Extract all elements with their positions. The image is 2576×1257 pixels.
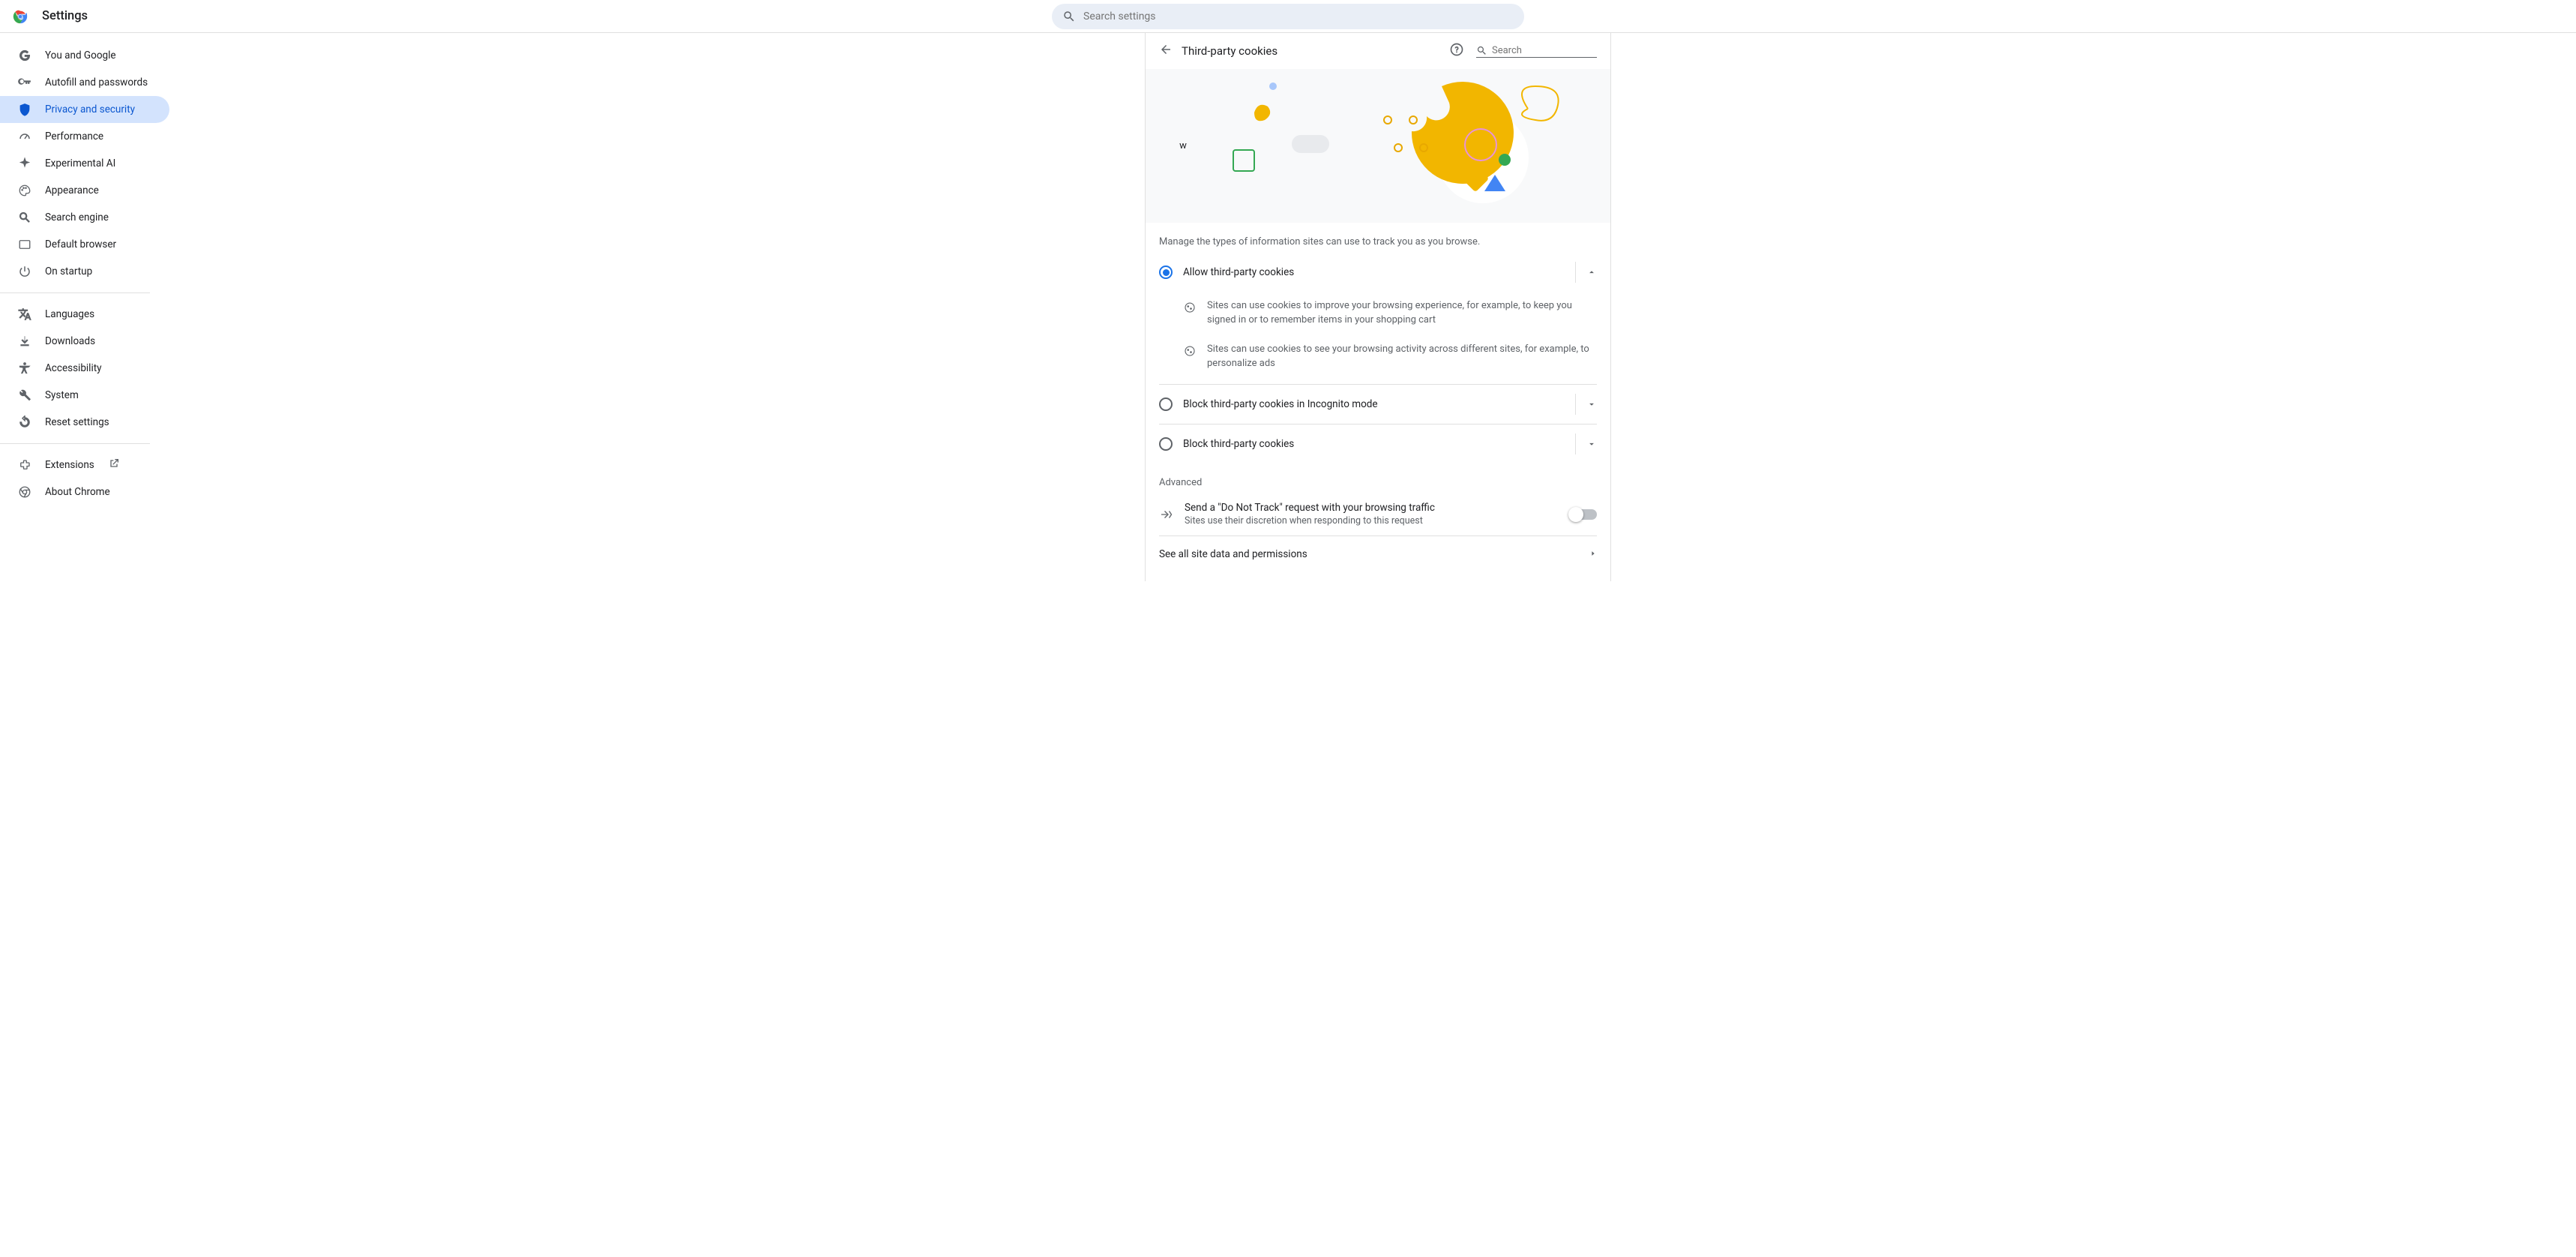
top-search-input[interactable]	[1083, 10, 1514, 22]
key-icon	[18, 76, 31, 89]
panel-header: Third-party cookies	[1146, 33, 1610, 69]
palette-icon	[18, 184, 31, 197]
dnt-toggle[interactable]	[1570, 509, 1597, 520]
radio-button[interactable]	[1159, 266, 1173, 279]
site-data-link[interactable]: See all site data and permissions	[1159, 536, 1597, 568]
sidebar-item-label: You and Google	[45, 50, 116, 62]
sidebar-item-downloads[interactable]: Downloads	[0, 328, 169, 355]
sidebar-item-label: Accessibility	[45, 362, 102, 374]
sidebar-item-label: Appearance	[45, 184, 99, 196]
chevron-right-icon	[1589, 549, 1597, 560]
external-link-icon	[108, 458, 120, 472]
shield-icon	[18, 103, 31, 116]
advanced-section-label: Advanced	[1159, 464, 1597, 493]
top-search-box[interactable]	[1052, 4, 1524, 29]
top-bar: Settings	[0, 0, 2576, 33]
sidebar-item-label: On startup	[45, 266, 92, 278]
settings-panel: Third-party cookies w	[1145, 33, 1611, 581]
sidebar-separator	[0, 292, 150, 293]
option-detail-text: Sites can use cookies to improve your br…	[1207, 299, 1597, 328]
sidebar-item-label: Search engine	[45, 212, 109, 224]
radio-button[interactable]	[1159, 398, 1173, 411]
sidebar-item-search-engine[interactable]: Search engine	[0, 204, 169, 231]
chevron-down-icon[interactable]	[1586, 399, 1597, 410]
sidebar-item-about[interactable]: About Chrome	[0, 478, 169, 506]
chrome-logo-icon	[12, 8, 28, 25]
sidebar-item-extensions[interactable]: Extensions	[0, 452, 169, 478]
option-label: Allow third-party cookies	[1183, 266, 1575, 278]
panel-search-input[interactable]	[1492, 45, 1597, 56]
sidebar-item-accessibility[interactable]: Accessibility	[0, 355, 169, 382]
sidebar-item-label: System	[45, 389, 79, 401]
sidebar-item-label: About Chrome	[45, 486, 110, 498]
chevron-up-icon[interactable]	[1586, 267, 1597, 278]
sidebar-item-system[interactable]: System	[0, 382, 169, 409]
power-icon	[18, 265, 31, 278]
sidebar-item-label: Privacy and security	[45, 104, 135, 116]
search-icon	[1062, 10, 1076, 23]
sidebar-separator	[0, 443, 150, 444]
sidebar-item-languages[interactable]: Languages	[0, 301, 169, 328]
back-button[interactable]	[1159, 43, 1173, 59]
radio-button[interactable]	[1159, 437, 1173, 451]
sidebar-item-label: Performance	[45, 130, 103, 142]
sidebar-item-label: Reset settings	[45, 416, 109, 428]
chevron-down-icon[interactable]	[1586, 439, 1597, 449]
sidebar-item-autofill[interactable]: Autofill and passwords	[0, 69, 169, 96]
extension-icon	[18, 458, 31, 472]
do-not-track-row: Send a "Do Not Track" request with your …	[1159, 493, 1597, 536]
app-title: Settings	[42, 9, 88, 23]
search-icon	[18, 211, 31, 224]
dnt-subtitle: Sites use their discretion when respondi…	[1185, 515, 1570, 526]
download-icon	[18, 334, 31, 348]
sidebar: You and Google Autofill and passwords Pr…	[0, 33, 180, 581]
sidebar-item-label: Autofill and passwords	[45, 76, 148, 88]
translate-icon	[18, 308, 31, 321]
chrome-outline-icon	[18, 485, 31, 499]
sidebar-item-reset[interactable]: Reset settings	[0, 409, 169, 436]
sidebar-item-label: Extensions	[45, 459, 94, 471]
sidebar-item-experimental-ai[interactable]: Experimental AI	[0, 150, 169, 177]
sidebar-item-privacy[interactable]: Privacy and security	[0, 96, 169, 123]
option-detail-text: Sites can use cookies to see your browsi…	[1207, 343, 1597, 371]
panel-description: Manage the types of information sites ca…	[1159, 223, 1597, 252]
panel-search-box[interactable]	[1476, 45, 1597, 58]
sidebar-item-label: Languages	[45, 308, 94, 320]
google-g-icon	[18, 49, 31, 62]
sparkle-icon	[18, 157, 31, 170]
sidebar-item-you-and-google[interactable]: You and Google	[0, 42, 169, 69]
sidebar-item-label: Downloads	[45, 335, 95, 347]
wrench-icon	[18, 388, 31, 402]
speedometer-icon	[18, 130, 31, 143]
help-button[interactable]	[1449, 42, 1464, 60]
panel-title: Third-party cookies	[1182, 44, 1449, 58]
sidebar-item-performance[interactable]: Performance	[0, 123, 169, 150]
accessibility-icon	[18, 362, 31, 375]
site-data-link-text: See all site data and permissions	[1159, 548, 1589, 560]
sidebar-item-label: Experimental AI	[45, 158, 115, 170]
sidebar-item-on-startup[interactable]: On startup	[0, 258, 169, 285]
cookie-icon	[1183, 301, 1197, 314]
option-block-incognito[interactable]: Block third-party cookies in Incognito m…	[1159, 384, 1597, 424]
browser-icon	[18, 238, 31, 251]
sidebar-item-label: Default browser	[45, 238, 116, 250]
search-icon	[1476, 45, 1487, 56]
do-not-track-icon	[1159, 508, 1173, 521]
cookie-icon	[1183, 344, 1197, 358]
option-label: Block third-party cookies in Incognito m…	[1183, 398, 1575, 410]
option-block-third-party[interactable]: Block third-party cookies	[1159, 424, 1597, 464]
option-details: Sites can use cookies to improve your br…	[1183, 292, 1597, 384]
option-label: Block third-party cookies	[1183, 438, 1575, 450]
sidebar-item-default-browser[interactable]: Default browser	[0, 231, 169, 258]
option-allow-third-party[interactable]: Allow third-party cookies	[1159, 252, 1597, 292]
hero-illustration: w	[1146, 69, 1610, 223]
reset-icon	[18, 416, 31, 429]
dnt-title: Send a "Do Not Track" request with your …	[1185, 502, 1570, 514]
sidebar-item-appearance[interactable]: Appearance	[0, 177, 169, 204]
